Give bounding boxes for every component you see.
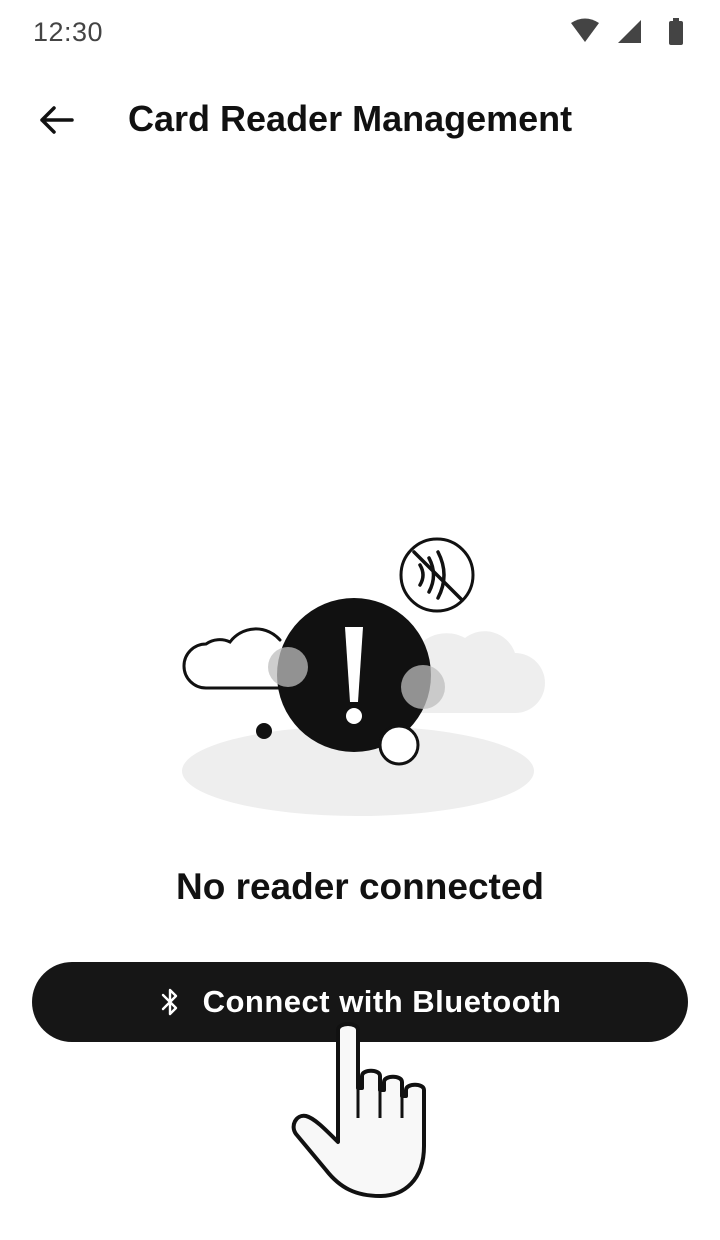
arrow-left-icon [40,106,74,134]
connect-button-label: Connect with Bluetooth [202,984,562,1019]
status-time: 12:30 [33,17,104,47]
page-title: Card Reader Management [128,98,573,139]
no-reader-illustration [182,537,545,816]
hand-pointer-cursor-icon [291,1022,426,1198]
status-bar: 12:30 [0,0,720,66]
cellular-signal-icon [618,20,641,43]
contactless-off-icon [399,537,475,613]
app-bar: Card Reader Management [0,78,720,162]
battery-icon [669,18,683,45]
connect-bluetooth-button[interactable]: Connect with Bluetooth [32,962,688,1042]
back-button[interactable] [28,92,84,148]
wifi-icon [571,18,599,42]
empty-state-title: No reader connected [175,866,545,907]
bluetooth-icon [159,987,181,1017]
